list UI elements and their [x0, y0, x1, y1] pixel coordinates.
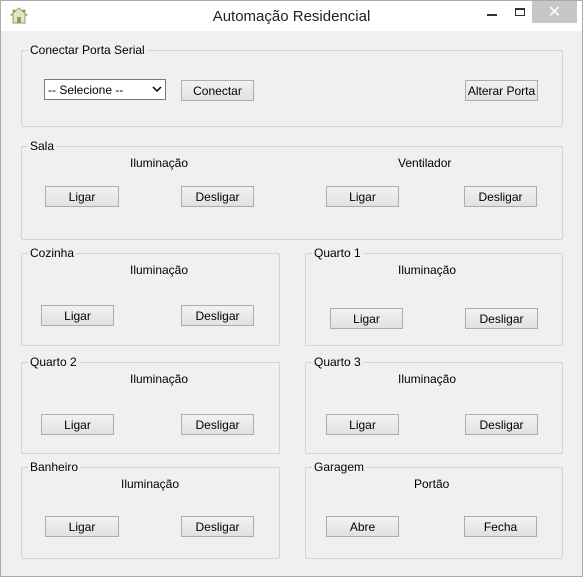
minimize-button[interactable]	[477, 1, 507, 23]
sala-fan-off-button[interactable]: Desligar	[464, 186, 537, 207]
serial-port-select[interactable]: -- Selecione --	[44, 79, 166, 100]
group-cozinha-legend: Cozinha	[28, 246, 77, 260]
quarto1-lighting-label: Iluminação	[398, 263, 457, 277]
group-quarto1-legend: Quarto 1	[312, 246, 363, 260]
quarto2-on-button[interactable]: Ligar	[41, 414, 114, 435]
app-window: Automação Residencial ✕ Conectar Porta S…	[0, 0, 583, 577]
group-sala-legend: Sala	[28, 139, 57, 153]
banheiro-on-button[interactable]: Ligar	[45, 516, 119, 537]
group-garagem-legend: Garagem	[312, 460, 367, 474]
banheiro-lighting-label: Iluminação	[121, 477, 180, 491]
quarto3-off-button[interactable]: Desligar	[465, 414, 538, 435]
quarto2-off-button[interactable]: Desligar	[181, 414, 254, 435]
close-button[interactable]: ✕	[532, 1, 577, 23]
quarto3-on-button[interactable]: Ligar	[326, 414, 399, 435]
cozinha-off-button[interactable]: Desligar	[181, 305, 254, 326]
maximize-button[interactable]	[507, 1, 533, 23]
maximize-icon	[515, 8, 525, 16]
sala-fan-on-button[interactable]: Ligar	[326, 186, 399, 207]
sala-lighting-on-button[interactable]: Ligar	[45, 186, 119, 207]
serial-port-select-value: -- Selecione --	[48, 83, 124, 97]
title-bar[interactable]: Automação Residencial ✕	[1, 1, 582, 31]
group-quarto2-legend: Quarto 2	[28, 355, 79, 369]
sala-lighting-off-button[interactable]: Desligar	[181, 186, 254, 207]
garagem-open-button[interactable]: Abre	[326, 516, 399, 537]
close-icon: ✕	[547, 4, 562, 21]
banheiro-off-button[interactable]: Desligar	[181, 516, 254, 537]
chevron-down-icon	[152, 86, 162, 93]
sala-fan-label: Ventilador	[398, 156, 452, 170]
group-serial-port-legend: Conectar Porta Serial	[28, 43, 147, 57]
garagem-close-button[interactable]: Fecha	[464, 516, 537, 537]
cozinha-on-button[interactable]: Ligar	[41, 305, 114, 326]
group-quarto3-legend: Quarto 3	[312, 355, 363, 369]
garagem-gate-label: Portão	[414, 477, 450, 491]
quarto1-on-button[interactable]: Ligar	[330, 308, 403, 329]
change-port-button[interactable]: Alterar Porta	[465, 80, 538, 101]
sala-lighting-label: Iluminação	[130, 156, 189, 170]
cozinha-lighting-label: Iluminação	[130, 263, 189, 277]
minimize-icon	[487, 14, 497, 16]
group-banheiro-legend: Banheiro	[28, 460, 81, 474]
connect-button[interactable]: Conectar	[181, 80, 254, 101]
quarto3-lighting-label: Iluminação	[398, 372, 457, 386]
quarto1-off-button[interactable]: Desligar	[465, 308, 538, 329]
quarto2-lighting-label: Iluminação	[130, 372, 189, 386]
